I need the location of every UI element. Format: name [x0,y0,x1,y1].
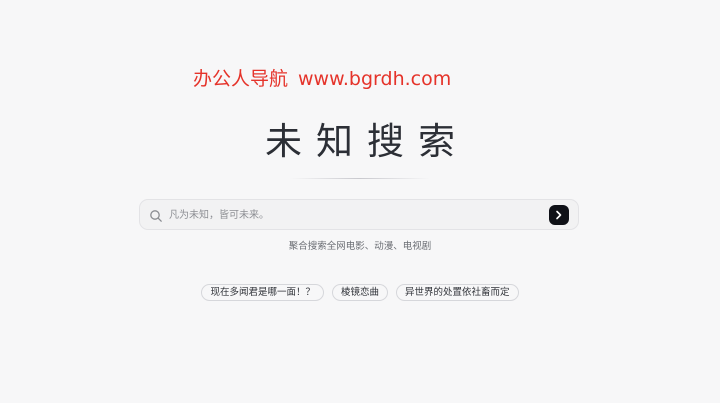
watermark-brand: 办公人导航 [193,68,289,90]
watermark-url: www.bgrdh.com [298,68,452,90]
suggestion-chip[interactable]: 棱镜恋曲 [331,284,388,301]
search-icon [149,208,163,222]
chevron-right-icon [556,210,562,220]
page-title: 未知搜索 [265,120,469,163]
watermark: 办公人导航 www.bgrdh.com [193,66,451,92]
title-divider [290,178,430,179]
search-box[interactable] [139,199,579,230]
search-subtitle: 聚合搜索全网电影、动漫、电视剧 [288,241,432,252]
search-submit-button[interactable] [549,205,569,225]
suggestion-list: 现在多闻君是哪一面！？ 棱镜恋曲 异世界的处置依社畜而定 [0,284,720,301]
search-input[interactable] [169,206,539,224]
suggestion-chip[interactable]: 现在多闻君是哪一面！？ [201,284,324,301]
suggestion-chip[interactable]: 异世界的处置依社畜而定 [396,284,519,301]
